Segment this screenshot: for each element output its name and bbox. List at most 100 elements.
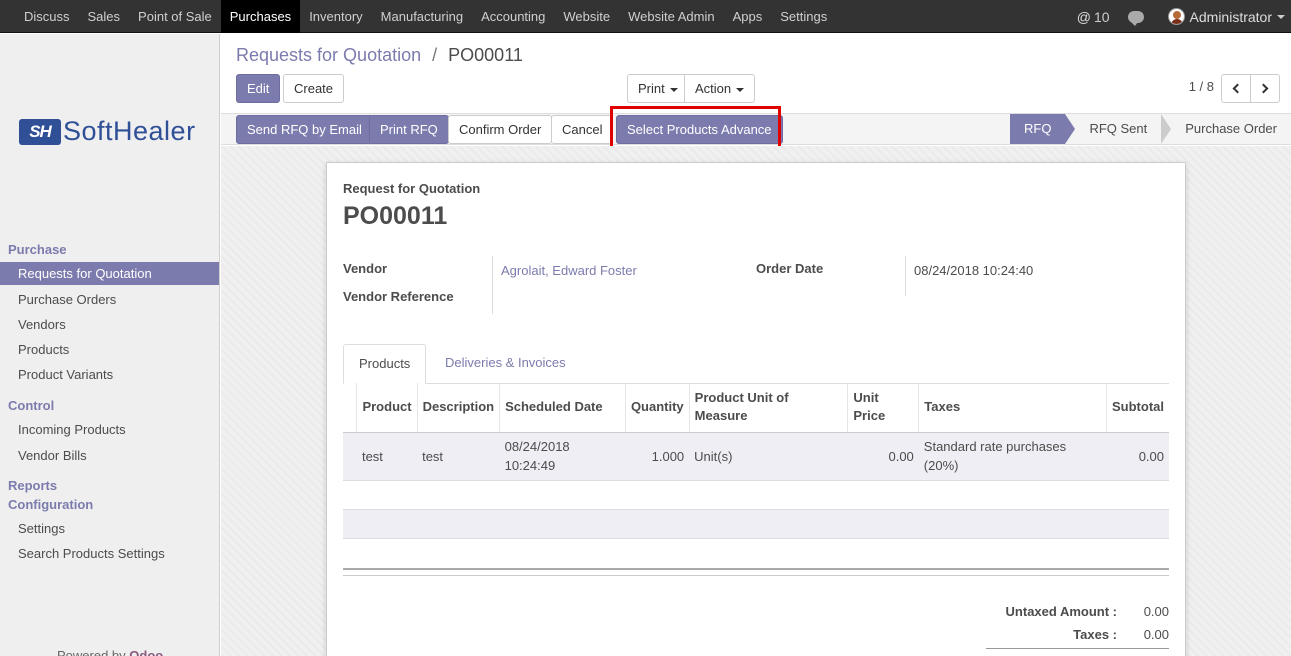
stage-rfq[interactable]: RFQ xyxy=(1009,114,1076,144)
col-unit-price[interactable]: Unit Price xyxy=(847,383,919,433)
tab-products[interactable]: Products xyxy=(343,344,427,384)
menu-accounting[interactable]: Accounting xyxy=(472,0,554,33)
edit-button[interactable]: Edit xyxy=(236,74,281,103)
sidebar-item-product-variants[interactable]: Product Variants xyxy=(0,363,219,386)
row-handle xyxy=(343,432,357,481)
cell-taxes: Standard rate purchases (20%) xyxy=(918,432,1107,481)
cell-subtotal: 0.00 xyxy=(1106,432,1169,481)
action-dropdown[interactable]: Action xyxy=(684,74,756,103)
vendor-reference-label: Vendor Reference xyxy=(343,289,454,304)
menu-inventory[interactable]: Inventory xyxy=(300,0,371,33)
mentions-counter[interactable]: @ 10 xyxy=(1067,9,1120,25)
cell-uom: Unit(s) xyxy=(689,432,848,481)
stage-purchase-order[interactable]: Purchase Order xyxy=(1161,114,1291,144)
sidebar-item-rfq[interactable]: Requests for Quotation xyxy=(0,262,219,285)
pager-value[interactable]: 1 / 8 xyxy=(1189,79,1214,94)
menu-purchases[interactable]: Purchases xyxy=(220,0,301,33)
breadcrumb: Requests for Quotation / PO00011 xyxy=(236,45,523,66)
cancel-button[interactable]: Cancel xyxy=(551,115,614,144)
sidebar-item-vendors[interactable]: Vendors xyxy=(0,313,219,336)
powered-by: Powered by Odoo xyxy=(57,648,163,656)
col-description[interactable]: Description xyxy=(416,383,500,433)
taxes-label: Taxes : xyxy=(1073,627,1117,642)
col-quantity[interactable]: Quantity xyxy=(624,383,690,433)
order-lines-table: Product Description Scheduled Date Quant… xyxy=(343,383,1169,481)
field-divider xyxy=(492,256,493,314)
sidebar-item-settings[interactable]: Settings xyxy=(0,517,219,540)
top-navbar: Discuss Sales Point of Sale Purchases In… xyxy=(0,0,1291,33)
breadcrumb-separator: / xyxy=(432,45,438,65)
app-menu: Discuss Sales Point of Sale Purchases In… xyxy=(15,0,836,33)
sidebar-item-vendor-bills[interactable]: Vendor Bills xyxy=(0,444,219,467)
menu-apps[interactable]: Apps xyxy=(724,0,772,33)
breadcrumb-current: PO00011 xyxy=(448,45,523,65)
chevron-down-icon xyxy=(1277,14,1285,19)
print-dropdown[interactable]: Print xyxy=(627,74,689,103)
col-subtotal[interactable]: Subtotal xyxy=(1106,383,1169,433)
table-row[interactable]: test test 08/24/2018 10:24:49 1.000 Unit(… xyxy=(343,432,1169,481)
form-view-area: Request for Quotation PO00011 Vendor Ven… xyxy=(221,146,1291,656)
sidebar-item-products[interactable]: Products xyxy=(0,338,219,361)
user-menu[interactable]: Administrator xyxy=(1156,8,1291,25)
notebook-tabs: Products Deliveries & Invoices xyxy=(343,344,1169,384)
chat-icon[interactable] xyxy=(1127,10,1144,26)
col-product[interactable]: Product xyxy=(356,383,418,433)
sidebar-section-configuration[interactable]: Configuration xyxy=(8,497,93,512)
confirm-order-button[interactable]: Confirm Order xyxy=(448,115,553,144)
cell-description: test xyxy=(417,432,500,481)
menu-sales[interactable]: Sales xyxy=(79,0,130,33)
col-scheduled-date[interactable]: Scheduled Date xyxy=(499,383,626,433)
stage-rfq-sent[interactable]: RFQ Sent xyxy=(1065,114,1172,144)
mentions-count: 10 xyxy=(1093,8,1110,25)
send-rfq-email-button[interactable]: Send RFQ by Email xyxy=(236,115,373,144)
menu-settings[interactable]: Settings xyxy=(771,0,836,33)
form-statusbar: Send RFQ by Email Print RFQ Confirm Orde… xyxy=(221,106,1291,153)
chevron-right-icon xyxy=(1258,83,1269,94)
sidebar: SH SoftHealer Purchase Requests for Quot… xyxy=(0,34,220,656)
breadcrumb-parent[interactable]: Requests for Quotation xyxy=(236,45,421,65)
vendor-label: Vendor xyxy=(343,261,388,276)
menu-website-admin[interactable]: Website Admin xyxy=(619,0,723,33)
untaxed-amount-label: Untaxed Amount : xyxy=(1005,604,1117,619)
at-sign-icon: @ xyxy=(1076,8,1091,25)
col-taxes[interactable]: Taxes xyxy=(918,383,1107,433)
sidebar-item-search-products-settings[interactable]: Search Products Settings xyxy=(0,542,219,565)
sidebar-section-purchase[interactable]: Purchase xyxy=(8,242,67,257)
create-button[interactable]: Create xyxy=(283,74,345,103)
sidebar-item-incoming-products[interactable]: Incoming Products xyxy=(0,418,219,441)
field-divider xyxy=(905,256,906,296)
table-header-row: Product Description Scheduled Date Quant… xyxy=(343,383,1169,433)
totals-divider xyxy=(986,648,1169,649)
pager-previous-button[interactable] xyxy=(1221,74,1251,103)
menu-manufacturing[interactable]: Manufacturing xyxy=(372,0,472,33)
systray: @ 10 Administrator xyxy=(1067,0,1291,33)
pager-next-button[interactable] xyxy=(1250,74,1280,103)
tab-deliveries-invoices[interactable]: Deliveries & Invoices xyxy=(430,344,581,384)
menu-discuss[interactable]: Discuss xyxy=(15,0,79,33)
cell-time: 10:24:49 xyxy=(504,458,556,473)
chevron-down-icon xyxy=(669,87,678,92)
vendor-value[interactable]: Agrolait, Edward Foster xyxy=(501,263,637,278)
col-uom[interactable]: Product Unit of Measure xyxy=(688,383,848,433)
cell-tax-rate: (20%) xyxy=(923,458,959,473)
sidebar-item-purchase-orders[interactable]: Purchase Orders xyxy=(0,288,219,311)
order-date-label: Order Date xyxy=(756,261,824,276)
menu-website[interactable]: Website xyxy=(554,0,619,33)
status-stages: RFQ RFQ Sent Purchase Order xyxy=(1009,114,1291,144)
odoo-link[interactable]: Odoo xyxy=(129,648,163,656)
form-sheet: Request for Quotation PO00011 Vendor Ven… xyxy=(326,162,1186,656)
sidebar-section-reports[interactable]: Reports xyxy=(8,478,57,493)
chevron-left-icon xyxy=(1232,83,1243,94)
print-label: Print xyxy=(638,81,665,96)
company-logo: SH SoftHealer xyxy=(19,116,196,147)
sidebar-section-control[interactable]: Control xyxy=(8,398,54,413)
menu-point-of-sale[interactable]: Point of Sale xyxy=(129,0,221,33)
untaxed-amount-value: 0.00 xyxy=(1143,604,1169,619)
col-price-line1: Unit xyxy=(853,390,879,406)
print-rfq-button[interactable]: Print RFQ xyxy=(369,115,449,144)
col-uom-line2: Measure xyxy=(694,408,748,424)
handle-column xyxy=(343,383,357,433)
cell-scheduled-date: 08/24/2018 10:24:49 xyxy=(499,432,626,481)
control-panel: Requests for Quotation / PO00011 Edit Cr… xyxy=(221,34,1291,113)
powered-by-label: Powered by xyxy=(57,648,126,656)
